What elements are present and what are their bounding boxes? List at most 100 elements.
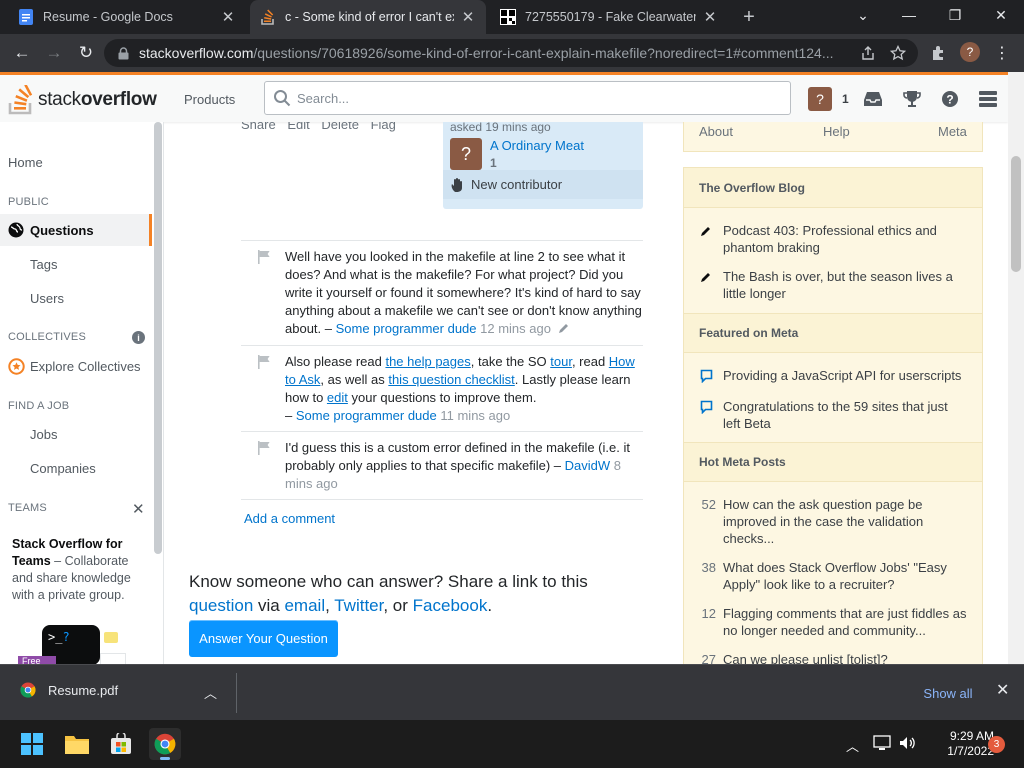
volume-icon[interactable] <box>898 734 916 755</box>
profile-avatar[interactable]: ? <box>960 42 980 62</box>
edit-link[interactable]: Edit <box>287 122 309 132</box>
stackoverflow-logo[interactable]: stackoverflow <box>8 85 157 115</box>
share-link[interactable]: Share <box>241 122 276 132</box>
teams-promo: Stack Overflow for Teams – Collaborate a… <box>12 536 142 604</box>
comment-user-link[interactable]: Some programmer dude <box>336 321 477 336</box>
help-pages-link[interactable]: the help pages <box>385 354 470 369</box>
inbox-icon[interactable] <box>860 83 886 115</box>
about-link[interactable]: About <box>699 124 733 139</box>
delete-link[interactable]: Delete <box>321 122 359 132</box>
file-explorer-icon[interactable] <box>61 728 93 760</box>
comment-time[interactable]: 11 mins ago <box>440 408 510 423</box>
bookmark-star-icon[interactable] <box>888 43 908 63</box>
meta-link[interactable]: Meta <box>938 124 967 139</box>
blog-item[interactable]: Podcast 403: Professional ethics and pha… <box>684 222 982 256</box>
nav-explore-collectives[interactable]: Explore Collectives <box>0 356 152 376</box>
info-icon[interactable]: i <box>132 331 145 344</box>
back-button[interactable]: ← <box>10 41 34 65</box>
answer-your-question-button[interactable]: Answer Your Question <box>189 620 338 657</box>
close-download-bar-icon[interactable]: ✕ <box>996 680 1009 700</box>
nav-users[interactable]: Users <box>0 288 152 308</box>
site-search-input[interactable]: Search... <box>264 81 791 115</box>
achievements-trophy-icon[interactable] <box>899 83 925 115</box>
nav-questions[interactable]: Questions <box>0 214 152 246</box>
comment-user-link[interactable]: DavidW <box>565 458 611 473</box>
nav-companies[interactable]: Companies <box>0 458 152 478</box>
flag-comment-icon[interactable] <box>258 440 270 460</box>
hot-meta-heading: Hot Meta Posts <box>684 442 982 482</box>
asker-avatar[interactable]: ? <box>450 138 482 170</box>
close-tab-icon[interactable]: ✕ <box>220 8 236 26</box>
close-window-button[interactable]: ✕ <box>978 0 1024 30</box>
meta-item[interactable]: Providing a JavaScript API for userscrip… <box>684 367 982 384</box>
tab-search-icon[interactable]: ⌄ <box>840 0 886 30</box>
tray-chevron-up-icon[interactable]: ︿ <box>846 736 859 755</box>
share-question-prompt: Know someone who can answer? Share a lin… <box>189 570 629 618</box>
post-menu: Share Edit Delete Flag <box>241 122 404 132</box>
about-links: About Help Meta <box>683 122 983 152</box>
email-share-link[interactable]: email <box>284 596 325 615</box>
page-scrollbar-thumb[interactable] <box>1011 156 1021 272</box>
close-tab-icon[interactable]: ✕ <box>702 8 718 26</box>
facebook-share-link[interactable]: Facebook <box>413 596 488 615</box>
nav-tags[interactable]: Tags <box>0 254 152 274</box>
close-teams-icon[interactable]: ✕ <box>132 500 145 518</box>
add-comment-link[interactable]: Add a comment <box>244 511 335 526</box>
help-link[interactable]: Help <box>823 124 850 139</box>
help-icon[interactable]: ? <box>937 83 963 115</box>
notification-count-badge[interactable]: 3 <box>988 736 1005 753</box>
globe-icon <box>8 222 24 238</box>
show-all-downloads-button[interactable]: Show all <box>914 681 982 705</box>
forward-button[interactable]: → <box>42 41 66 65</box>
chrome-menu-icon[interactable]: ⋮ <box>992 43 1012 63</box>
asker-name-link[interactable]: A Ordinary Meat <box>490 138 584 153</box>
reload-button[interactable]: ↻ <box>74 41 98 65</box>
network-icon[interactable] <box>873 734 891 755</box>
flag-comment-icon[interactable] <box>258 354 270 374</box>
extensions-icon[interactable] <box>928 43 948 63</box>
products-menu[interactable]: Products <box>172 83 247 115</box>
windows-start-icon[interactable] <box>16 728 48 760</box>
close-tab-icon[interactable]: ✕ <box>460 8 476 26</box>
meta-item[interactable]: Congratulations to the 59 sites that jus… <box>684 398 982 432</box>
comment-user-link[interactable]: Some programmer dude <box>296 408 437 423</box>
twitter-share-link[interactable]: Twitter <box>334 596 383 615</box>
restore-button[interactable]: ❐ <box>932 0 978 30</box>
sidebar-scrollbar[interactable] <box>154 122 162 554</box>
nav-jobs[interactable]: Jobs <box>0 424 152 444</box>
site-switcher-icon[interactable] <box>975 83 1001 115</box>
share-icon[interactable] <box>858 43 878 63</box>
address-bar[interactable]: stackoverflow.com/questions/70618926/som… <box>104 39 918 67</box>
new-contributor-notice[interactable]: New contributor <box>443 170 643 199</box>
tour-link[interactable]: tour <box>550 354 572 369</box>
download-item[interactable]: Resume.pdf <box>20 682 118 698</box>
hot-meta-item[interactable]: 38 What does Stack Overflow Jobs' "Easy … <box>684 559 982 593</box>
flag-link[interactable]: Flag <box>371 122 396 132</box>
tab-stackoverflow-question[interactable]: c - Some kind of error I can't exp ✕ <box>250 0 486 34</box>
free-badge: Free <box>18 656 56 664</box>
user-profile-link[interactable]: ? 1 <box>808 83 849 115</box>
download-options-chevron-icon[interactable]: ︿ <box>204 683 217 702</box>
download-bar: Resume.pdf ︿ Show all ✕ <box>0 664 1024 720</box>
hot-meta-item[interactable]: 27 Can we please unlist [tolist]? <box>684 651 982 664</box>
hot-meta-item[interactable]: 12 Flagging comments that are just fiddl… <box>684 605 982 639</box>
flag-comment-icon[interactable] <box>258 250 270 269</box>
hot-meta-count: 27 <box>701 652 716 664</box>
system-clock[interactable]: 9:29 AM 1/7/2022 <box>918 729 994 759</box>
tab-fake-clearwater[interactable]: 7275550179 - Fake Clearwater Pl ✕ <box>490 0 728 34</box>
nav-home[interactable]: Home <box>0 152 152 172</box>
tab-resume-google-docs[interactable]: Resume - Google Docs ✕ <box>8 0 246 34</box>
question-share-link[interactable]: question <box>189 596 253 615</box>
page-scrollbar[interactable] <box>1008 72 1024 664</box>
nav-section-collectives: COLLECTIVES <box>8 331 87 343</box>
comment-time[interactable]: 12 mins ago <box>480 321 551 336</box>
new-tab-button[interactable]: + <box>738 6 760 28</box>
question-checklist-link[interactable]: this question checklist <box>388 372 514 387</box>
edit-help-link[interactable]: edit <box>327 390 348 405</box>
microsoft-store-icon[interactable] <box>105 728 137 760</box>
hot-meta-item[interactable]: 52 How can the ask question page be impr… <box>684 496 982 547</box>
url-host: stackoverflow.com <box>139 45 254 61</box>
minimize-button[interactable]: — <box>886 0 932 30</box>
chrome-taskbar-icon[interactable] <box>149 728 181 760</box>
blog-item[interactable]: The Bash is over, but the season lives a… <box>684 268 982 302</box>
